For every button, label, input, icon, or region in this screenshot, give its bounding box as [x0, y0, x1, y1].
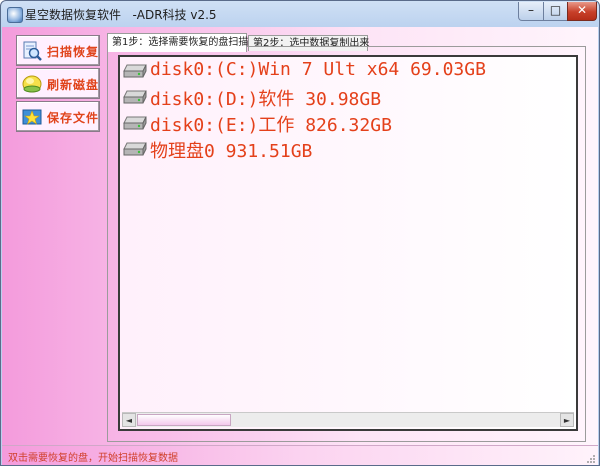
status-text: 双击需要恢复的盘，开始扫描恢复数据 [8, 453, 178, 464]
refresh-disk-button[interactable]: 刷新磁盘 [16, 68, 100, 99]
tab-step-1[interactable]: 第1步：选择需要恢复的盘扫描 [107, 33, 248, 52]
disk-list[interactable]: disk0:(C:)Win 7 Ult x64 69.03GB disk0:(D… [118, 55, 578, 431]
scan-icon [23, 41, 42, 61]
scroll-left-button[interactable]: ◄ [122, 413, 136, 427]
save-file-label: 保存文件 [47, 111, 100, 125]
scan-recover-button[interactable]: 扫描恢复 [16, 35, 100, 66]
disk-label: disk0:(C:)Win 7 Ult x64 69.03GB [150, 59, 486, 80]
scroll-right-button[interactable]: ► [560, 413, 574, 427]
status-bar: 双击需要恢复的盘，开始扫描恢复数据 [2, 445, 598, 465]
close-button[interactable]: ✕ [567, 2, 597, 21]
resize-grip-icon[interactable] [586, 454, 596, 464]
scan-recover-label: 扫描恢复 [47, 45, 100, 59]
save-file-button[interactable]: 保存文件 [16, 101, 100, 132]
maximize-button[interactable]: □ [543, 2, 568, 21]
window-title: 星空数据恢复软件 -ADR科技 v2.5 [25, 8, 217, 22]
scroll-thumb[interactable] [137, 414, 231, 426]
refresh-disk-label: 刷新磁盘 [47, 78, 100, 92]
save-file-icon [22, 109, 42, 125]
hard-drive-icon [123, 90, 147, 104]
horizontal-scrollbar[interactable]: ◄ ► [122, 412, 574, 427]
main-client-area: 扫描恢复 刷新磁盘 保存文件 第1步：选择需要恢复的盘扫描 第2步：选中数据复制… [2, 27, 598, 445]
hard-drive-icon [123, 142, 147, 156]
hard-drive-icon [123, 64, 147, 78]
app-window: 星空数据恢复软件 -ADR科技 v2.5 – □ ✕ 扫描恢复 刷新磁盘 保存文… [0, 0, 600, 466]
tab-panel-step-1: disk0:(C:)Win 7 Ult x64 69.03GB disk0:(D… [107, 46, 586, 442]
disk-label: disk0:(E:)工作 826.32GB [150, 115, 392, 136]
disk-label: disk0:(D:)软件 30.98GB [150, 89, 382, 110]
disk-label: 物理盘0 931.51GB [150, 141, 313, 162]
hard-drive-icon [123, 116, 147, 130]
title-bar[interactable]: 星空数据恢复软件 -ADR科技 v2.5 – □ ✕ [1, 1, 599, 27]
refresh-disk-icon [22, 75, 42, 93]
minimize-button[interactable]: – [518, 2, 544, 21]
app-icon [7, 7, 23, 23]
